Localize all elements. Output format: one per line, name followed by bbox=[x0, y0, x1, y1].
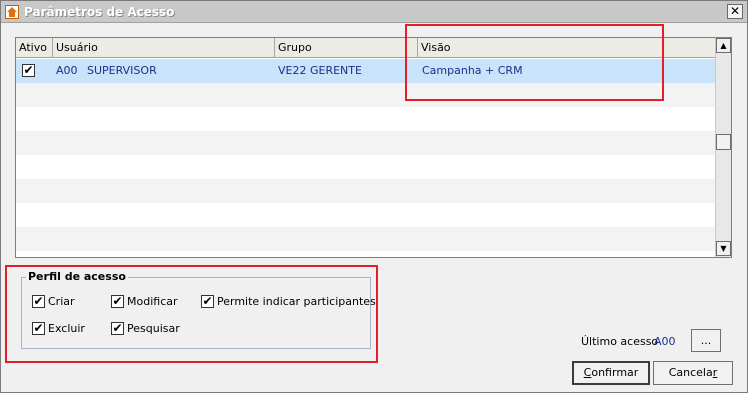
vertical-scrollbar[interactable]: ▲ ▼ bbox=[715, 38, 731, 257]
empty-row bbox=[16, 107, 715, 131]
empty-row bbox=[16, 131, 715, 155]
column-header-usuario[interactable]: Usuário bbox=[53, 38, 275, 58]
cancelar-label: Cancela bbox=[668, 366, 713, 379]
visao-highlight-box bbox=[405, 24, 664, 101]
column-header-grupo[interactable]: Grupo bbox=[275, 38, 418, 58]
parametros-acesso-window: Parâmetros de Acesso ✕ Ativo Usuário Gru… bbox=[0, 0, 748, 393]
grupo-cell: VE22 GERENTE bbox=[278, 64, 362, 77]
empty-row bbox=[16, 155, 715, 179]
perfil-highlight-box bbox=[5, 265, 378, 363]
cancelar-mnemonic: r bbox=[712, 366, 718, 379]
ultimo-acesso-label: Último acesso bbox=[581, 335, 659, 348]
scroll-down-icon[interactable]: ▼ bbox=[716, 241, 731, 256]
window-title: Parâmetros de Acesso bbox=[24, 5, 175, 19]
confirmar-label: onfirmar bbox=[591, 366, 639, 379]
usuario-code: A00 bbox=[56, 64, 78, 77]
cancelar-button[interactable]: Cancelar bbox=[653, 361, 733, 385]
usuario-name: SUPERVISOR bbox=[87, 64, 157, 77]
ultimo-acesso-value: A00 bbox=[654, 335, 676, 348]
confirmar-button[interactable]: Confirmar bbox=[572, 361, 650, 385]
app-icon bbox=[5, 5, 19, 19]
ativo-checkbox[interactable]: ✔ bbox=[22, 64, 35, 77]
title-bar: Parâmetros de Acesso ✕ bbox=[1, 1, 747, 23]
close-icon[interactable]: ✕ bbox=[727, 4, 743, 19]
column-header-ativo[interactable]: Ativo bbox=[16, 38, 53, 58]
scroll-thumb[interactable] bbox=[716, 134, 731, 150]
browse-button[interactable]: ... bbox=[691, 329, 721, 352]
empty-row bbox=[16, 203, 715, 227]
empty-row bbox=[16, 227, 715, 251]
scroll-up-icon[interactable]: ▲ bbox=[716, 38, 731, 53]
empty-row bbox=[16, 179, 715, 203]
